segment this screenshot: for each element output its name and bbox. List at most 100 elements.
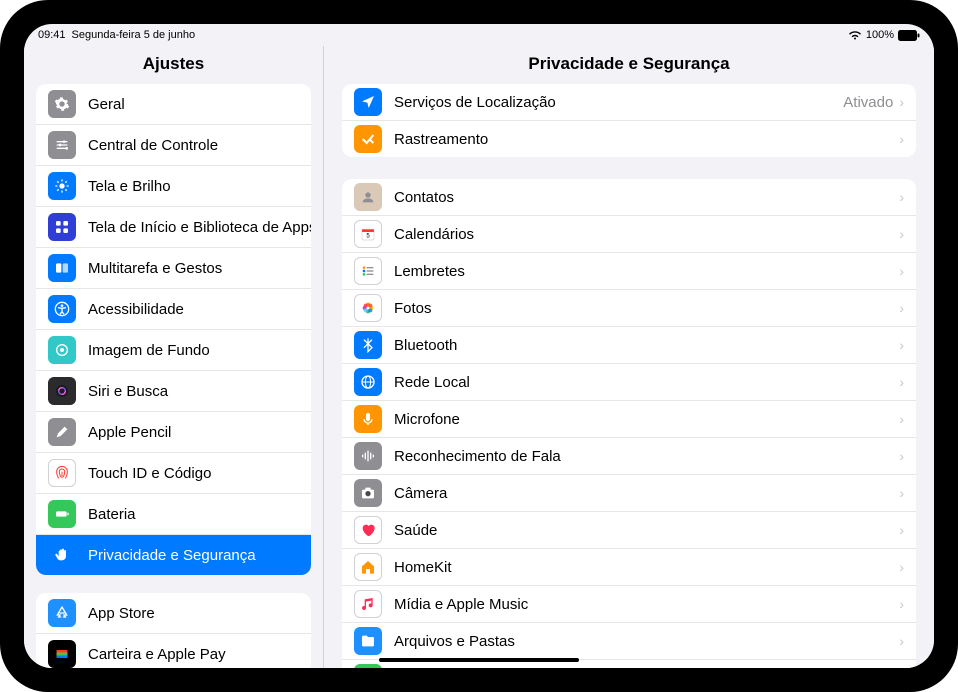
detail-item-files[interactable]: Arquivos e Pastas›: [342, 623, 916, 660]
contacts-icon: [354, 183, 382, 211]
grid-icon: [48, 213, 76, 241]
sidebar-item-home-screen[interactable]: Tela de Início e Biblioteca de Apps: [36, 207, 311, 248]
detail-item-label: Saúde: [394, 522, 899, 539]
battery-icon: [898, 30, 920, 41]
battery-percent: 100%: [866, 29, 894, 41]
detail-item-label: Serviços de Localização: [394, 94, 843, 111]
status-bar: 09:41 Segunda-feira 5 de junho 100%: [24, 24, 934, 46]
location-icon: [354, 88, 382, 116]
detail-item-label: Contatos: [394, 189, 899, 206]
status-date: Segunda-feira 5 de junho: [72, 29, 196, 41]
calendar-icon: 5: [354, 220, 382, 248]
detail-item-local-network[interactable]: Rede Local›: [342, 364, 916, 401]
motion-icon: [354, 664, 382, 668]
chevron-right-icon: ›: [899, 411, 904, 427]
detail-item-camera[interactable]: Câmera›: [342, 475, 916, 512]
sidebar-item-label: Geral: [88, 96, 125, 113]
sidebar-item-app-store[interactable]: App Store: [36, 593, 311, 634]
heart-icon: [354, 516, 382, 544]
detail-item-speech[interactable]: Reconhecimento de Fala›: [342, 438, 916, 475]
sidebar-item-display[interactable]: Tela e Brilho: [36, 166, 311, 207]
sidebar-item-label: App Store: [88, 605, 155, 622]
detail-item-label: Câmera: [394, 485, 899, 502]
detail-item-music[interactable]: Mídia e Apple Music›: [342, 586, 916, 623]
detail-item-location[interactable]: Serviços de LocalizaçãoAtivado ›: [342, 84, 916, 121]
sidebar-item-label: Tela e Brilho: [88, 178, 171, 195]
sidebar-item-accessibility[interactable]: Acessibilidade: [36, 289, 311, 330]
sidebar-item-multitasking[interactable]: Multitarefa e Gestos: [36, 248, 311, 289]
detail-item-label: HomeKit: [394, 559, 899, 576]
sidebar-item-touch-id[interactable]: Touch ID e Código: [36, 453, 311, 494]
detail-item-calendars[interactable]: 5Calendários›: [342, 216, 916, 253]
tracking-icon: [354, 125, 382, 153]
chevron-right-icon: ›: [899, 633, 904, 649]
chevron-right-icon: ›: [899, 337, 904, 353]
sidebar-item-apple-pencil[interactable]: Apple Pencil: [36, 412, 311, 453]
chevron-right-icon: ›: [899, 189, 904, 205]
sidebar-item-label: Carteira e Apple Pay: [88, 646, 226, 663]
detail-item-tracking[interactable]: Rastreamento›: [342, 121, 916, 157]
detail-pane: Privacidade e Segurança Serviços de Loca…: [324, 46, 934, 668]
appstore-icon: [48, 599, 76, 627]
wallpaper-icon: [48, 336, 76, 364]
brightness-icon: [48, 172, 76, 200]
sidebar-item-siri[interactable]: Siri e Busca: [36, 371, 311, 412]
detail-item-label: Calendários: [394, 226, 899, 243]
detail-item-label: Arquivos e Pastas: [394, 633, 899, 650]
detail-item-health[interactable]: Saúde›: [342, 512, 916, 549]
chevron-right-icon: ›: [899, 448, 904, 464]
chevron-right-icon: ›: [899, 522, 904, 538]
multitask-icon: [48, 254, 76, 282]
chevron-right-icon: ›: [899, 300, 904, 316]
wifi-icon: [848, 30, 862, 40]
sidebar-item-control-center[interactable]: Central de Controle: [36, 125, 311, 166]
detail-item-microphone[interactable]: Microfone›: [342, 401, 916, 438]
detail-item-label: Rastreamento: [394, 131, 899, 148]
chevron-right-icon: ›: [899, 131, 904, 147]
sidebar-item-geral[interactable]: Geral: [36, 84, 311, 125]
detail-item-photos[interactable]: Fotos›: [342, 290, 916, 327]
detail-item-contacts[interactable]: Contatos›: [342, 179, 916, 216]
chevron-right-icon: ›: [899, 94, 904, 110]
chevron-right-icon: ›: [899, 596, 904, 612]
sidebar-item-wallpaper[interactable]: Imagem de Fundo: [36, 330, 311, 371]
chevron-right-icon: ›: [899, 263, 904, 279]
chevron-right-icon: ›: [899, 485, 904, 501]
sidebar-item-battery[interactable]: Bateria: [36, 494, 311, 535]
detail-item-homekit[interactable]: HomeKit›: [342, 549, 916, 586]
detail-item-value: Ativado: [843, 94, 893, 111]
detail-item-reminders[interactable]: Lembretes›: [342, 253, 916, 290]
fingerprint-icon: [48, 459, 76, 487]
folder-icon: [354, 627, 382, 655]
globe-icon: [354, 368, 382, 396]
detail-item-label: Bluetooth: [394, 337, 899, 354]
chevron-right-icon: ›: [899, 559, 904, 575]
sidebar-item-wallet[interactable]: Carteira e Apple Pay: [36, 634, 311, 668]
home-indicator[interactable]: [379, 658, 579, 662]
sidebar-item-label: Multitarefa e Gestos: [88, 260, 222, 277]
detail-title: Privacidade e Segurança: [324, 46, 934, 84]
detail-item-label: Rede Local: [394, 374, 899, 391]
sidebar-item-label: Touch ID e Código: [88, 465, 211, 482]
sidebar-title: Ajustes: [24, 46, 323, 84]
detail-list[interactable]: Serviços de LocalizaçãoAtivado›Rastreame…: [324, 84, 934, 668]
bluetooth-icon: [354, 331, 382, 359]
hand-icon: [48, 541, 76, 569]
gear-icon: [48, 90, 76, 118]
chevron-right-icon: ›: [899, 374, 904, 390]
detail-item-label: Mídia e Apple Music: [394, 596, 899, 613]
sidebar-list[interactable]: Geral Central de Controle Tela e Brilho Tel…: [24, 84, 323, 668]
wallet-icon: [48, 640, 76, 668]
sidebar-item-label: Acessibilidade: [88, 301, 184, 318]
accessibility-icon: [48, 295, 76, 323]
status-time: 09:41: [38, 29, 66, 41]
music-icon: [354, 590, 382, 618]
detail-item-label: Reconhecimento de Fala: [394, 448, 899, 465]
mic-icon: [354, 405, 382, 433]
camera-icon: [354, 479, 382, 507]
sidebar-item-privacy[interactable]: Privacidade e Segurança: [36, 535, 311, 575]
sidebar-item-label: Apple Pencil: [88, 424, 171, 441]
detail-item-label: Microfone: [394, 411, 899, 428]
detail-item-bluetooth[interactable]: Bluetooth›: [342, 327, 916, 364]
settings-sidebar: Ajustes Geral Central de Controle Tela e B…: [24, 46, 324, 668]
